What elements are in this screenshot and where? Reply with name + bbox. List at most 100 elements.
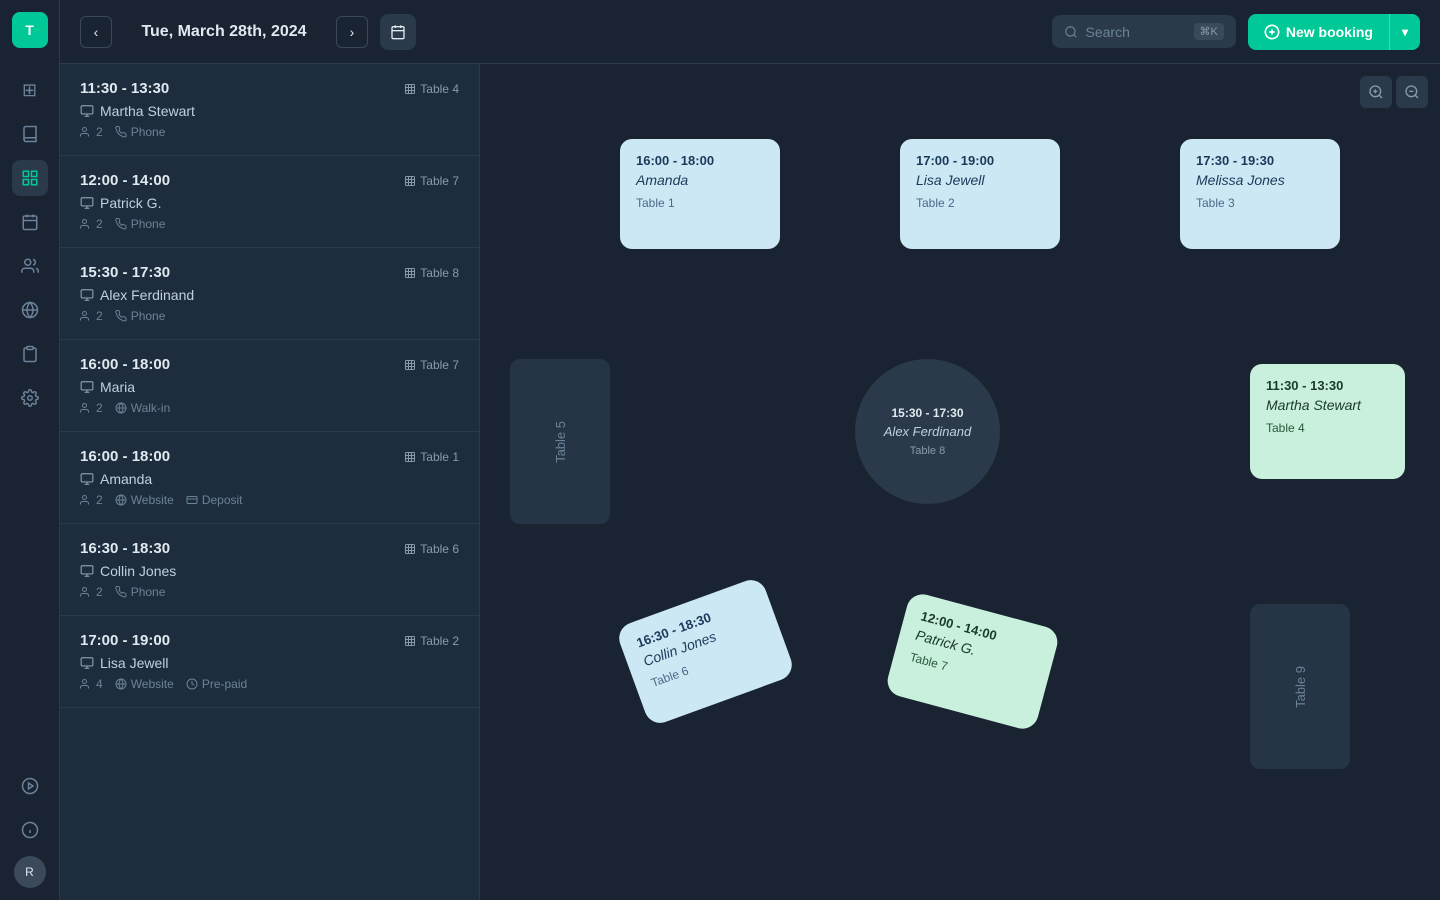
card-table: Table 8	[910, 445, 945, 457]
sidebar-item-globe[interactable]	[12, 292, 48, 328]
card-time: 16:00 - 18:00	[636, 153, 764, 168]
booking-guest-name: Patrick G.	[80, 195, 459, 211]
card-time: 17:00 - 19:00	[916, 153, 1044, 168]
booking-item[interactable]: 16:30 - 18:30 Table 6 Collin Jones 2	[60, 524, 479, 616]
sidebar-item-users[interactable]	[12, 248, 48, 284]
card-table: Table 3	[1196, 196, 1324, 210]
contact-method: Phone	[115, 309, 166, 323]
booking-item[interactable]: 17:00 - 19:00 Table 2 Lisa Jewell 4	[60, 616, 479, 708]
header: ‹ Tue, March 28th, 2024 › ⌘K New booking…	[60, 0, 1440, 64]
table-label: Table 9	[1293, 666, 1308, 708]
booking-guest-name: Collin Jones	[80, 563, 459, 579]
prev-date-button[interactable]: ‹	[80, 16, 112, 48]
floor-card-table1[interactable]: 16:00 - 18:00 Amanda Table 1	[620, 139, 780, 249]
floor-card-table2[interactable]: 17:00 - 19:00 Lisa Jewell Table 2	[900, 139, 1060, 249]
card-table: Table 1	[636, 196, 764, 210]
card-table: Table 4	[1266, 421, 1389, 435]
sidebar-item-book[interactable]	[12, 116, 48, 152]
booking-guest-name: Alex Ferdinand	[80, 287, 459, 303]
booking-item[interactable]: 16:00 - 18:00 Table 7 Maria 2	[60, 340, 479, 432]
booking-item[interactable]: 12:00 - 14:00 Table 7 Patrick G. 2	[60, 156, 479, 248]
booking-time: 16:00 - 18:00	[80, 448, 170, 465]
zoom-in-button[interactable]	[1360, 76, 1392, 108]
booking-table-badge: Table 1	[404, 450, 459, 464]
booking-item[interactable]: 15:30 - 17:30 Table 8 Alex Ferdinand 2	[60, 248, 479, 340]
contact-method: Phone	[115, 217, 166, 231]
booking-meta: 2 Walk-in	[80, 401, 459, 415]
card-guest: Alex Ferdinand	[884, 424, 971, 439]
booking-item[interactable]: 16:00 - 18:00 Table 1 Amanda 2	[60, 432, 479, 524]
card-guest: Lisa Jewell	[916, 172, 1044, 188]
zoom-out-button[interactable]	[1396, 76, 1428, 108]
floor-card-table6[interactable]: 16:30 - 18:30 Collin Jones Table 6	[615, 576, 797, 728]
floor-plan: 16:00 - 18:00 Amanda Table 1 17:00 - 19:…	[480, 64, 1440, 900]
booking-table-badge: Table 7	[404, 358, 459, 372]
contact-method: Walk-in	[115, 401, 171, 415]
search-icon	[1064, 25, 1078, 39]
current-date: Tue, March 28th, 2024	[124, 23, 324, 41]
booking-time: 12:00 - 14:00	[80, 172, 170, 189]
floor-rect-table5: Table 5	[510, 359, 610, 524]
search-kbd: ⌘K	[1194, 23, 1224, 40]
contact-method: Phone	[115, 125, 166, 139]
plus-circle-icon	[1264, 24, 1280, 40]
search-box: ⌘K	[1052, 15, 1236, 48]
new-booking-label: New booking	[1286, 24, 1373, 40]
new-booking-dropdown-arrow[interactable]: ▾	[1390, 15, 1420, 49]
floor-card-table7[interactable]: 12:00 - 14:00 Patrick G. Table 7	[884, 591, 1061, 733]
card-guest: Melissa Jones	[1196, 172, 1324, 188]
main-content: ‹ Tue, March 28th, 2024 › ⌘K New booking…	[60, 0, 1440, 900]
new-booking-main[interactable]: New booking	[1248, 14, 1389, 50]
search-input[interactable]	[1086, 24, 1186, 40]
floor-circle-table8[interactable]: 15:30 - 17:30 Alex Ferdinand Table 8	[855, 359, 1000, 504]
sidebar-item-calendar[interactable]	[12, 204, 48, 240]
floor-card-table3[interactable]: 17:30 - 19:30 Melissa Jones Table 3	[1180, 139, 1340, 249]
booking-time: 15:30 - 17:30	[80, 264, 170, 281]
app-logo: T	[12, 12, 48, 48]
booking-table-badge: Table 8	[404, 266, 459, 280]
sidebar-item-clipboard[interactable]	[12, 336, 48, 372]
floor-rect-table9: Table 9	[1250, 604, 1350, 769]
guest-count: 2	[80, 309, 103, 323]
contact-method: Website	[115, 493, 174, 507]
new-booking-button[interactable]: New booking ▾	[1248, 14, 1420, 50]
booking-time: 17:00 - 19:00	[80, 632, 170, 649]
booking-time: 16:30 - 18:30	[80, 540, 170, 557]
date-picker-button[interactable]	[380, 14, 416, 50]
guest-count: 2	[80, 125, 103, 139]
booking-meta: 2 Phone	[80, 217, 459, 231]
card-time: 11:30 - 13:30	[1266, 378, 1389, 393]
booking-meta: 2 Phone	[80, 125, 459, 139]
sidebar-item-calendar-grid[interactable]	[12, 160, 48, 196]
zoom-controls	[1360, 76, 1428, 108]
guest-count: 2	[80, 217, 103, 231]
table-label: Table 5	[553, 421, 568, 463]
booking-item[interactable]: 11:30 - 13:30 Table 4 Martha Stewart 2	[60, 64, 479, 156]
booking-meta: 2 Phone	[80, 309, 459, 323]
deposit-badge: Deposit	[186, 493, 243, 507]
booking-guest-name: Maria	[80, 379, 459, 395]
sidebar-item-info[interactable]	[12, 812, 48, 848]
guest-count: 2	[80, 585, 103, 599]
booking-table-badge: Table 4	[404, 82, 459, 96]
card-guest: Amanda	[636, 172, 764, 188]
content-area: 11:30 - 13:30 Table 4 Martha Stewart 2	[60, 64, 1440, 900]
guest-count: 2	[80, 493, 103, 507]
user-avatar[interactable]: R	[14, 856, 46, 888]
sidebar-item-settings[interactable]	[12, 380, 48, 416]
booking-list: 11:30 - 13:30 Table 4 Martha Stewart 2	[60, 64, 480, 900]
contact-method: Phone	[115, 585, 166, 599]
next-date-button[interactable]: ›	[336, 16, 368, 48]
sidebar-item-grid[interactable]: ⊞	[12, 72, 48, 108]
card-guest: Martha Stewart	[1266, 397, 1389, 413]
booking-guest-name: Amanda	[80, 471, 459, 487]
booking-guest-name: Lisa Jewell	[80, 655, 459, 671]
contact-method: Website	[115, 677, 174, 691]
booking-meta: 2 Website Deposit	[80, 493, 459, 507]
sidebar-item-movie[interactable]	[12, 768, 48, 804]
floor-card-table4[interactable]: 11:30 - 13:30 Martha Stewart Table 4	[1250, 364, 1405, 479]
prepaid-badge: Pre-paid	[186, 677, 247, 691]
booking-table-badge: Table 7	[404, 174, 459, 188]
card-time: 15:30 - 17:30	[891, 406, 963, 420]
guest-count: 4	[80, 677, 103, 691]
